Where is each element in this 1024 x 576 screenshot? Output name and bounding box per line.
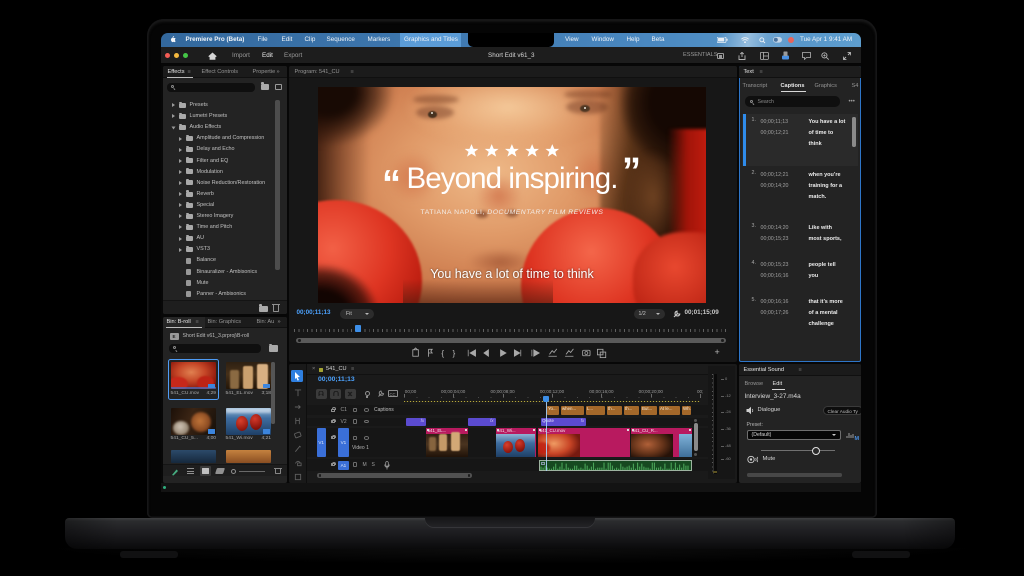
svg-text:}: } xyxy=(452,348,455,358)
svg-text:{: { xyxy=(441,348,444,358)
